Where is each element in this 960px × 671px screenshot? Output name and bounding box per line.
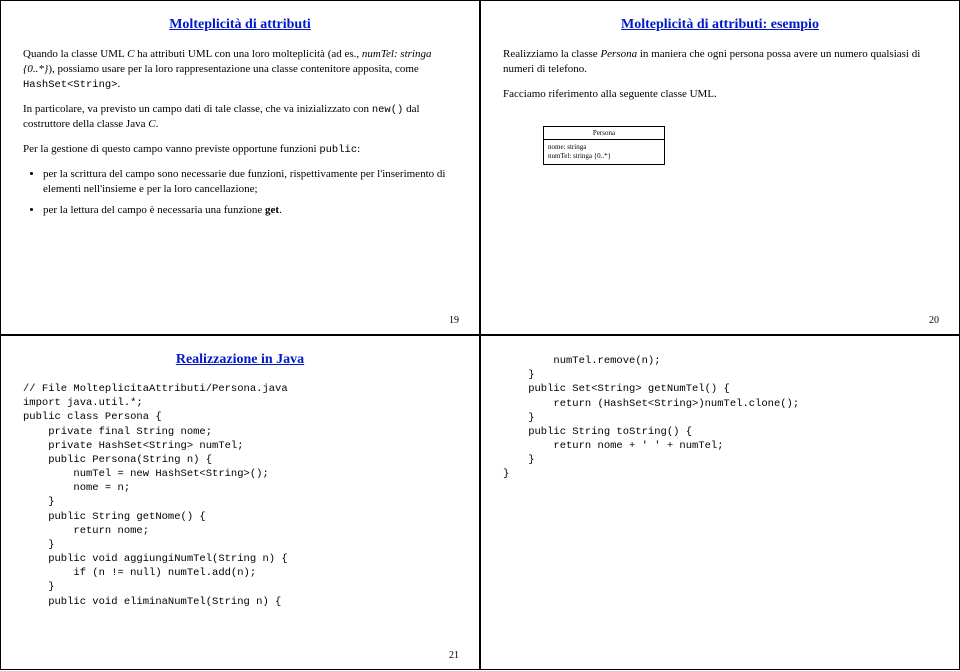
list-item: per la scrittura del campo sono necessar…	[43, 167, 457, 197]
mono-text: new()	[372, 104, 404, 116]
text: .	[156, 118, 159, 130]
paragraph: Facciamo riferimento alla seguente class…	[503, 87, 937, 102]
code-block: numTel.remove(n); } public Set<String> g…	[503, 354, 937, 482]
slide-21: Realizzazione in Java // File Molteplici…	[0, 335, 480, 670]
paragraph: Per la gestione di questo campo vanno pr…	[23, 142, 457, 157]
uml-class-body: nome: stringa numTel: stringa {0..*}	[544, 140, 664, 164]
paragraph: Realizziamo la classe Persona in maniera…	[503, 47, 937, 77]
text: Realizziamo la classe	[503, 48, 600, 60]
slide-title: Molteplicità di attributi: esempio	[503, 17, 937, 33]
text: Quando la classe UML	[23, 48, 127, 60]
slide-20: Molteplicità di attributi: esempio Reali…	[480, 0, 960, 335]
italic-text: Persona	[600, 48, 637, 60]
bold-text: get	[265, 204, 279, 216]
text: ), possiamo usare per la loro rappresent…	[48, 63, 419, 75]
slide-title: Realizzazione in Java	[23, 352, 457, 368]
text: .	[118, 78, 121, 90]
slide-22: numTel.remove(n); } public Set<String> g…	[480, 335, 960, 670]
slide-19: Molteplicità di attributi Quando la clas…	[0, 0, 480, 335]
mono-text: HashSet<String>	[23, 79, 118, 91]
text: .	[279, 204, 282, 216]
text: In particolare, va previsto un campo dat…	[23, 103, 372, 115]
uml-class-name: Persona	[544, 127, 664, 141]
page-number: 20	[929, 315, 939, 326]
text: :	[357, 143, 360, 155]
italic-text: C	[148, 118, 155, 130]
uml-class-box: Persona nome: stringa numTel: stringa {0…	[543, 126, 665, 165]
paragraph: Quando la classe UML C ha attributi UML …	[23, 47, 457, 92]
list-item: per la lettura del campo è necessaria un…	[43, 203, 457, 218]
bullet-list: per la scrittura del campo sono necessar…	[43, 167, 457, 218]
code-block: // File MolteplicitaAttributi/Persona.ja…	[23, 382, 457, 609]
page-number: 19	[449, 315, 459, 326]
text: ha attributi UML con una loro molteplici…	[134, 48, 361, 60]
slide-grid: Molteplicità di attributi Quando la clas…	[0, 0, 960, 670]
text: per la lettura del campo è necessaria un…	[43, 204, 265, 216]
slide-title: Molteplicità di attributi	[23, 17, 457, 33]
paragraph: In particolare, va previsto un campo dat…	[23, 102, 457, 132]
text: Per la gestione di questo campo vanno pr…	[23, 143, 319, 155]
spacer	[503, 112, 937, 126]
page-number: 21	[449, 650, 459, 661]
mono-text: public	[319, 144, 357, 156]
